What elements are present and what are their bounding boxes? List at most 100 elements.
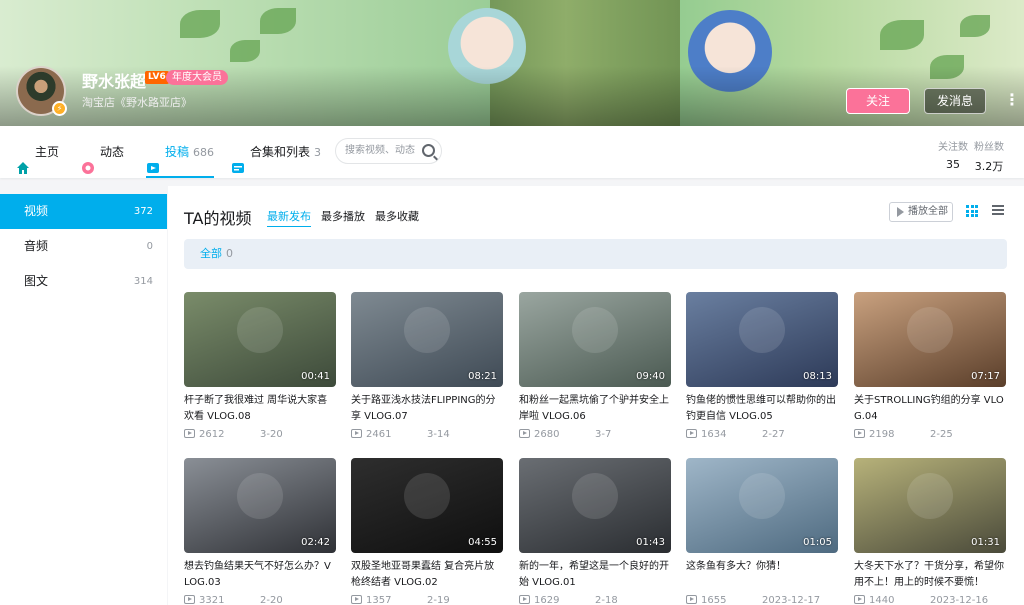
video-duration: 02:42 bbox=[301, 537, 330, 548]
view-count: 1655 bbox=[701, 595, 727, 605]
video-meta: 2198 2-25 bbox=[854, 428, 1006, 443]
video-duration: 01:05 bbox=[803, 537, 832, 548]
follow-button[interactable]: 关注 bbox=[846, 88, 910, 114]
stat-label: 粉丝数 bbox=[974, 142, 1004, 153]
video-thumbnail[interactable]: 01:05 bbox=[686, 458, 838, 553]
filter-bar: 全部 0 bbox=[184, 239, 1007, 269]
message-button[interactable]: 发消息 bbox=[924, 88, 986, 114]
view-count: 1440 bbox=[869, 595, 895, 605]
video-thumbnail[interactable]: 01:31 bbox=[854, 458, 1006, 553]
publish-date: 3-14 bbox=[427, 429, 450, 440]
sidebar-item-count: 0 bbox=[146, 241, 153, 252]
tab-label: 合集和列表 bbox=[250, 145, 311, 159]
play-icon bbox=[686, 594, 697, 604]
video-title[interactable]: 新的一年，希望这是一个良好的开始 VLOG.01 bbox=[519, 559, 671, 593]
tab-label: 投稿 bbox=[165, 145, 190, 159]
play-icon bbox=[519, 594, 530, 604]
tab-activity[interactable]: 动态 bbox=[81, 126, 124, 178]
video-duration: 09:40 bbox=[636, 371, 665, 382]
vip-badge[interactable]: 年度大会员 bbox=[166, 70, 228, 85]
video-title[interactable]: 关于路亚浅水技法FLIPPING的分享 VLOG.07 bbox=[351, 393, 503, 427]
user-sign: 淘宝店《野水路亚店》 bbox=[82, 96, 192, 109]
play-icon bbox=[184, 428, 195, 438]
publish-date: 2-18 bbox=[595, 595, 618, 605]
search-input[interactable]: 搜索视频、动态 bbox=[335, 138, 442, 164]
video-title[interactable]: 双股圣地亚哥果蠹结 复合亮片放枪终结者 VLOG.02 bbox=[351, 559, 503, 593]
tab-uploads[interactable]: 投稿 686 bbox=[146, 126, 215, 178]
video-meta: 2461 3-14 bbox=[351, 428, 503, 443]
video-meta: 1440 2023-12-16 bbox=[854, 594, 1006, 605]
video-thumbnail[interactable]: 07:17 bbox=[854, 292, 1006, 387]
video-card[interactable]: 08:13 钓鱼佬的惯性思维可以帮助你的出钓更自信 VLOG.05 1634 2-27 bbox=[686, 292, 838, 443]
more-icon[interactable]: ⋮ bbox=[1004, 88, 1020, 114]
video-meta: 2680 3-7 bbox=[519, 428, 671, 443]
view-count: 1357 bbox=[366, 595, 392, 605]
tab-collections[interactable]: 合集和列表 3 bbox=[231, 126, 321, 178]
play-icon bbox=[184, 594, 195, 604]
video-title[interactable]: 这条鱼有多大？你猜！ bbox=[686, 559, 838, 593]
video-thumbnail[interactable]: 08:13 bbox=[686, 292, 838, 387]
view-count: 1634 bbox=[701, 429, 727, 440]
tab-label: 主页 bbox=[35, 145, 60, 159]
video-card[interactable]: 07:17 关于STROLLING钓组的分享 VLOG.04 2198 2-25 bbox=[854, 292, 1006, 443]
play-icon bbox=[351, 428, 362, 438]
play-all-button[interactable]: 播放全部 bbox=[889, 202, 953, 222]
stat-value: 35 bbox=[946, 158, 960, 171]
video-card[interactable]: 02:42 想去钓鱼结果天气不好怎么办？VLOG.03 3321 2-20 bbox=[184, 458, 336, 605]
video-card[interactable]: 08:21 关于路亚浅水技法FLIPPING的分享 VLOG.07 2461 3-14 bbox=[351, 292, 503, 443]
search-placeholder: 搜索视频、动态 bbox=[345, 145, 415, 156]
stat-value: 3.2万 bbox=[974, 160, 1004, 173]
publish-date: 2023-12-16 bbox=[930, 595, 989, 605]
video-card[interactable]: 09:40 和粉丝一起黑坑偷了个驴并安全上岸啦 VLOG.06 2680 3-7 bbox=[519, 292, 671, 443]
video-card[interactable]: 01:05 这条鱼有多大？你猜！ 1655 2023-12-17 bbox=[686, 458, 838, 605]
publish-date: 2-20 bbox=[260, 595, 283, 605]
video-thumbnail[interactable]: 01:43 bbox=[519, 458, 671, 553]
video-title[interactable]: 大冬天下水了？干货分享，希望你用不上！用上的时候不要慌！ bbox=[854, 559, 1006, 593]
avatar[interactable]: ⚡ bbox=[16, 66, 67, 116]
video-thumbnail[interactable]: 04:55 bbox=[351, 458, 503, 553]
view-count: 1629 bbox=[534, 595, 560, 605]
video-meta: 1655 2023-12-17 bbox=[686, 594, 838, 605]
video-title[interactable]: 想去钓鱼结果天气不好怎么办？VLOG.03 bbox=[184, 559, 336, 593]
video-thumbnail[interactable]: 08:21 bbox=[351, 292, 503, 387]
publish-date: 3-20 bbox=[260, 429, 283, 440]
sort-most-favorited[interactable]: 最多收藏 bbox=[375, 208, 419, 224]
video-thumbnail[interactable]: 00:41 bbox=[184, 292, 336, 387]
video-meta: 3321 2-20 bbox=[184, 594, 336, 605]
publish-date: 3-7 bbox=[595, 429, 612, 440]
video-card[interactable]: 00:41 杆子断了我很难过 周华说大家喜欢看 VLOG.08 2612 3-20 bbox=[184, 292, 336, 443]
sidebar-item-audio[interactable]: 音频 0 bbox=[0, 229, 167, 264]
sidebar-item-article[interactable]: 图文 314 bbox=[0, 264, 167, 299]
grid-view-icon[interactable] bbox=[966, 205, 978, 217]
video-card[interactable]: 01:31 大冬天下水了？干货分享，希望你用不上！用上的时候不要慌！ 1440 202… bbox=[854, 458, 1006, 605]
sidebar-item-video[interactable]: 视频 372 bbox=[0, 194, 167, 229]
following-stat[interactable]: 关注数 35 bbox=[938, 138, 968, 171]
video-card[interactable]: 04:55 双股圣地亚哥果蠹结 复合亮片放枪终结者 VLOG.02 1357 2-19 bbox=[351, 458, 503, 605]
video-card[interactable]: 01:43 新的一年，希望这是一个良好的开始 VLOG.01 1629 2-18 bbox=[519, 458, 671, 605]
filter-all[interactable]: 全部 bbox=[200, 247, 222, 260]
video-duration: 08:13 bbox=[803, 371, 832, 382]
video-thumbnail[interactable]: 02:42 bbox=[184, 458, 336, 553]
video-title[interactable]: 钓鱼佬的惯性思维可以帮助你的出钓更自信 VLOG.05 bbox=[686, 393, 838, 427]
video-duration: 07:17 bbox=[971, 371, 1000, 382]
sidebar-item-label: 视频 bbox=[24, 204, 49, 218]
video-thumbnail[interactable]: 09:40 bbox=[519, 292, 671, 387]
profile-nav: 主页 动态 投稿 686 合集和列表 3 搜索视频、动态 关注数 35 粉丝数 3.… bbox=[0, 126, 1024, 178]
fans-stat[interactable]: 粉丝数 3.2万 bbox=[974, 138, 1004, 174]
search-icon[interactable] bbox=[422, 144, 435, 157]
sort-latest[interactable]: 最新发布 bbox=[267, 208, 311, 227]
video-title[interactable]: 和粉丝一起黑坑偷了个驴并安全上岸啦 VLOG.06 bbox=[519, 393, 671, 427]
sort-most-played[interactable]: 最多播放 bbox=[321, 208, 365, 224]
tab-count: 686 bbox=[193, 146, 215, 159]
list-view-icon[interactable] bbox=[992, 205, 1004, 217]
video-title[interactable]: 关于STROLLING钓组的分享 VLOG.04 bbox=[854, 393, 1006, 427]
video-meta: 2612 3-20 bbox=[184, 428, 336, 443]
video-duration: 04:55 bbox=[468, 537, 497, 548]
video-title[interactable]: 杆子断了我很难过 周华说大家喜欢看 VLOG.08 bbox=[184, 393, 336, 427]
video-list-panel: TA的视频 最新发布 最多播放 最多收藏 播放全部 全部 0 00:41 杆子断了我… bbox=[168, 186, 1024, 605]
view-count: 2680 bbox=[534, 429, 560, 440]
video-meta: 1357 2-19 bbox=[351, 594, 503, 605]
play-icon bbox=[519, 428, 530, 438]
verified-badge-icon: ⚡ bbox=[52, 101, 67, 116]
tab-home[interactable]: 主页 bbox=[16, 126, 59, 178]
